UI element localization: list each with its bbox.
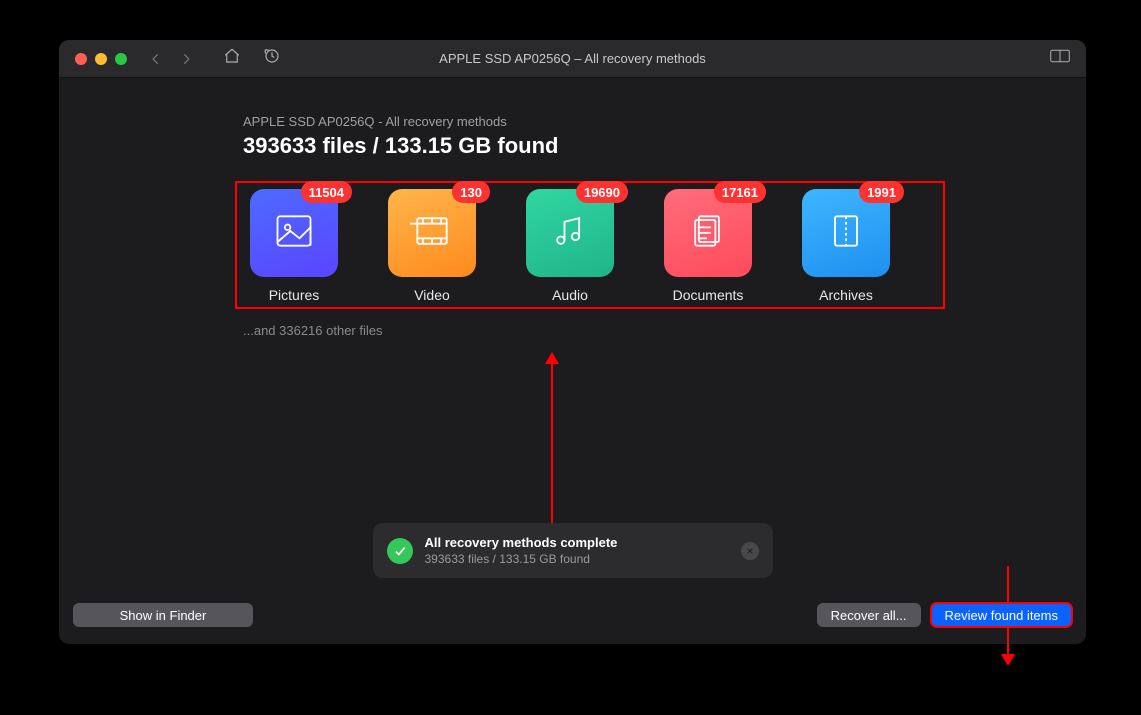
nav-buttons [145,48,197,70]
pictures-tile: 11504 [250,189,338,277]
toast-close-button[interactable] [741,542,759,560]
audio-tile: 19690 [526,189,614,277]
archives-icon [824,209,868,258]
category-documents[interactable]: 17161 Documents [659,189,757,303]
video-label: Video [414,287,450,303]
back-button[interactable] [145,48,167,70]
video-icon [410,209,454,258]
traffic-lights [75,53,127,65]
recover-all-button[interactable]: Recover all... [817,603,921,627]
category-video[interactable]: 130 Video [383,189,481,303]
footer-bar: Show in Finder Recover all... Review fou… [59,596,1086,644]
titlebar: APPLE SSD AP0256Q – All recovery methods [59,40,1086,78]
zoom-window-button[interactable] [115,53,127,65]
sidebar-toggle-icon[interactable] [1050,49,1070,68]
other-files-text: ...and 336216 other files [243,323,1062,338]
window-title: APPLE SSD AP0256Q – All recovery methods [59,51,1086,66]
video-tile: 130 [388,189,476,277]
archives-label: Archives [819,287,873,303]
minimize-window-button[interactable] [95,53,107,65]
app-window: APPLE SSD AP0256Q – All recovery methods… [59,40,1086,644]
results-header: APPLE SSD AP0256Q - All recovery methods… [243,114,1062,159]
close-window-button[interactable] [75,53,87,65]
category-archives[interactable]: 1991 Archives [797,189,895,303]
toast-text: All recovery methods complete 393633 fil… [425,535,618,566]
annotation-arrow-up [551,362,553,532]
audio-icon [548,209,592,258]
content-area: APPLE SSD AP0256Q - All recovery methods… [59,78,1086,644]
documents-count-badge: 17161 [714,181,766,203]
check-icon [387,538,413,564]
forward-button[interactable] [175,48,197,70]
toolbar-icons [223,47,281,70]
documents-tile: 17161 [664,189,752,277]
video-count-badge: 130 [452,181,490,203]
history-icon[interactable] [263,47,281,70]
show-in-finder-button[interactable]: Show in Finder [73,603,253,627]
completion-toast: All recovery methods complete 393633 fil… [373,523,773,578]
toast-title: All recovery methods complete [425,535,618,550]
category-row-highlight: 11504 Pictures 130 Video [235,181,945,309]
home-icon[interactable] [223,47,241,70]
audio-label: Audio [552,287,588,303]
documents-label: Documents [673,287,744,303]
archives-count-badge: 1991 [859,181,904,203]
results-headline: 393633 files / 133.15 GB found [243,133,1062,159]
category-audio[interactable]: 19690 Audio [521,189,619,303]
pictures-icon [272,209,316,258]
category-pictures[interactable]: 11504 Pictures [245,189,343,303]
archives-tile: 1991 [802,189,890,277]
pictures-label: Pictures [269,287,320,303]
toast-subtitle: 393633 files / 133.15 GB found [425,552,618,566]
category-row: 11504 Pictures 130 Video [245,189,935,303]
review-found-items-button[interactable]: Review found items [931,603,1072,627]
documents-icon [686,209,730,258]
audio-count-badge: 19690 [576,181,628,203]
pictures-count-badge: 11504 [301,181,352,203]
results-subtitle: APPLE SSD AP0256Q - All recovery methods [243,114,1062,129]
